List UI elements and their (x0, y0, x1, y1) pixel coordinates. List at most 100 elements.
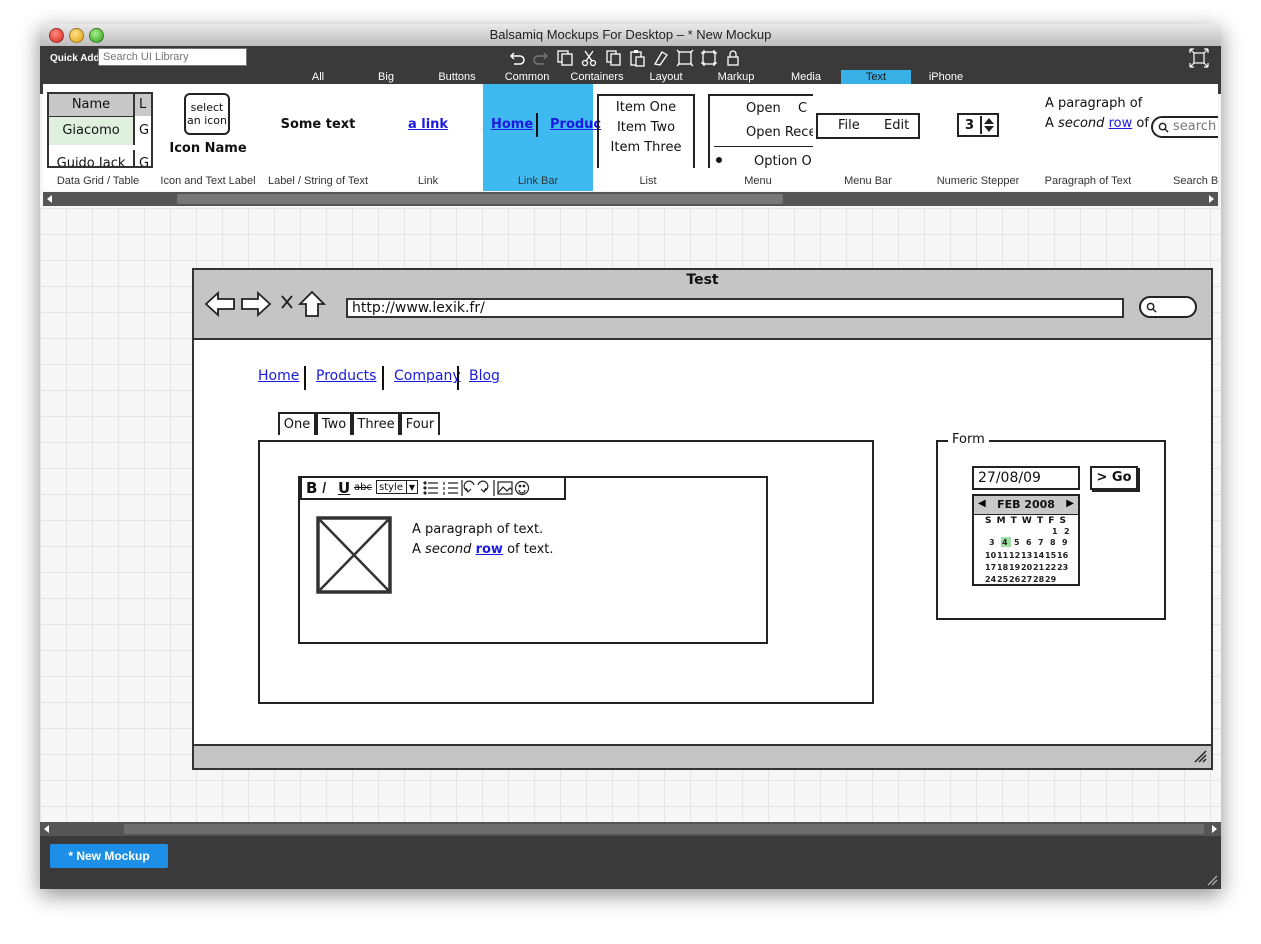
paste-icon[interactable] (627, 48, 647, 68)
browser-search-field[interactable] (1139, 296, 1197, 318)
eraser-icon[interactable] (651, 48, 671, 68)
search-icon (1158, 122, 1169, 133)
library-scrollbar[interactable] (43, 192, 1218, 206)
tab-new-mockup[interactable]: * New Mockup (50, 844, 168, 868)
bring-front-icon[interactable] (675, 48, 695, 68)
paragraph-preview: A paragraph of A second row of (1045, 94, 1149, 134)
library-item-menu-bar[interactable]: File Edit Menu Bar (813, 84, 923, 191)
library-item-link[interactable]: a link Link (373, 84, 483, 191)
category-layout[interactable]: Layout (646, 70, 686, 84)
library-item-paragraph[interactable]: A paragraph of A second row of Paragraph… (1033, 84, 1149, 191)
rich-text-editor[interactable]: B I U abc style ▼ A paragraph of text. A… (298, 476, 768, 644)
style-dropdown[interactable]: style ▼ (376, 480, 418, 494)
tab-four[interactable]: Four (400, 412, 440, 435)
svg-text:21: 21 (1033, 563, 1045, 572)
form-title: Form (948, 432, 989, 447)
canvas-scrollbar[interactable] (40, 822, 1221, 836)
title-bar: Balsamiq Mockups For Desktop – * New Moc… (40, 24, 1221, 47)
copy-icon[interactable] (603, 48, 623, 68)
nav-link-home[interactable]: Home (258, 368, 299, 384)
library-item-numeric-stepper[interactable]: 3 Numeric Stepper (923, 84, 1033, 191)
select-icon-placeholder: select an icon (184, 93, 230, 135)
duplicate-icon[interactable] (555, 48, 575, 68)
category-big[interactable]: Big (370, 70, 402, 84)
mockup-canvas[interactable]: Test http://www.lexik.fr/ Home Products (40, 208, 1221, 822)
svg-text:26: 26 (1009, 575, 1021, 584)
library-item-search-box[interactable]: search Search Bo (1143, 84, 1218, 191)
strikethrough-icon[interactable]: abc (354, 482, 372, 493)
quick-add-label: Quick Add: (50, 53, 103, 64)
window-resize-grip-icon[interactable] (1206, 874, 1218, 886)
stepper-arrows-icon (980, 116, 997, 134)
library-item-text-label[interactable]: Some text Label / String of Text (263, 84, 373, 191)
category-markup[interactable]: Markup (713, 70, 759, 84)
category-media[interactable]: Media (788, 70, 824, 84)
tab-three[interactable]: Three (352, 412, 400, 435)
cut-icon[interactable] (579, 48, 599, 68)
scroll-right-arrow-icon (1209, 195, 1214, 203)
svg-text:19: 19 (1009, 563, 1021, 572)
svg-text:4: 4 (1002, 538, 1008, 547)
library-item-data-grid[interactable]: Name L Giacomo G Guido Jack G Data Grid … (43, 84, 153, 191)
tab-one[interactable]: One (278, 412, 316, 435)
svg-text:8: 8 (1050, 538, 1056, 547)
library-label: Paragraph of Text (1044, 175, 1132, 187)
category-all[interactable]: All (300, 70, 336, 84)
app-window: Balsamiq Mockups For Desktop – * New Moc… (40, 24, 1221, 889)
svg-text:3: 3 (989, 538, 995, 547)
library-label: Menu (744, 175, 772, 187)
nav-link-company[interactable]: Company (394, 368, 461, 384)
svg-text:11: 11 (997, 551, 1009, 560)
menu-item-open-recent: Open Rece (746, 125, 813, 140)
calendar-widget[interactable]: ◀ FEB 2008 ▶ S M T W T F S 12 3456789 10… (972, 494, 1080, 586)
svg-text:20: 20 (1021, 563, 1033, 572)
library-item-menu[interactable]: Open C Open Rece Option O Menu (703, 84, 813, 191)
window-title: Balsamiq Mockups For Desktop – * New Moc… (489, 27, 772, 42)
redo-icon[interactable] (531, 48, 551, 68)
library-item-link-bar[interactable]: Home Produc Link Bar (483, 84, 601, 191)
svg-text:28: 28 (1033, 575, 1045, 584)
grid-header-name: Name (49, 94, 135, 117)
send-back-icon[interactable] (699, 48, 719, 68)
nav-link-products[interactable]: Products (316, 368, 376, 384)
row-link[interactable]: row (476, 542, 503, 557)
date-input[interactable]: 27/08/09 (972, 466, 1080, 490)
svg-text:14: 14 (1033, 551, 1045, 560)
category-containers[interactable]: Containers (567, 70, 627, 84)
category-buttons[interactable]: Buttons (432, 70, 482, 84)
tab-panel: B I U abc style ▼ A paragraph of text. A… (258, 440, 874, 704)
nav-divider (304, 366, 306, 390)
browser-window-mockup[interactable]: Test http://www.lexik.fr/ Home Products (192, 268, 1213, 770)
nav-link-blog[interactable]: Blog (469, 368, 500, 384)
library-label: Link Bar (517, 175, 559, 187)
italic-icon[interactable]: I (322, 479, 326, 497)
fullscreen-icon[interactable] (1189, 48, 1209, 68)
go-button[interactable]: > Go (1090, 466, 1138, 490)
underline-icon[interactable]: U (338, 479, 350, 497)
menu-preview: Open C Open Rece Option O (708, 94, 813, 168)
paragraph-line-1: A paragraph of (1045, 96, 1143, 111)
url-field[interactable]: http://www.lexik.fr/ (346, 298, 1124, 318)
icon-name-text: Icon Name (169, 141, 247, 156)
canvas-scrollbar-thumb[interactable] (124, 824, 1204, 834)
menu-item-shortcut: C (798, 101, 808, 116)
library-item-icon-label[interactable]: select an icon Icon Name Icon and Text L… (153, 84, 263, 191)
svg-text:17: 17 (985, 563, 996, 572)
category-text[interactable]: Text (841, 70, 911, 84)
category-iphone[interactable]: iPhone (924, 70, 968, 84)
library-scrollbar-thumb[interactable] (177, 194, 783, 204)
resize-grip-icon[interactable] (1193, 749, 1207, 763)
bold-icon[interactable]: B (306, 479, 317, 497)
quick-add-search-input[interactable] (98, 48, 247, 66)
chevron-down-icon: ▼ (406, 481, 417, 493)
library-label: Link (417, 175, 439, 187)
style-dropdown-label: style (379, 482, 403, 493)
calendar-next-icon[interactable]: ▶ (1066, 498, 1074, 509)
mockup-tabs-bar: * New Mockup (40, 836, 1221, 889)
library-item-list[interactable]: Item One Item Two Item Three List (593, 84, 703, 191)
search-box-placeholder: search (1173, 119, 1217, 134)
tab-two[interactable]: Two (316, 412, 352, 435)
undo-icon[interactable] (507, 48, 527, 68)
category-common[interactable]: Common (500, 70, 554, 84)
lock-icon[interactable] (723, 48, 743, 68)
